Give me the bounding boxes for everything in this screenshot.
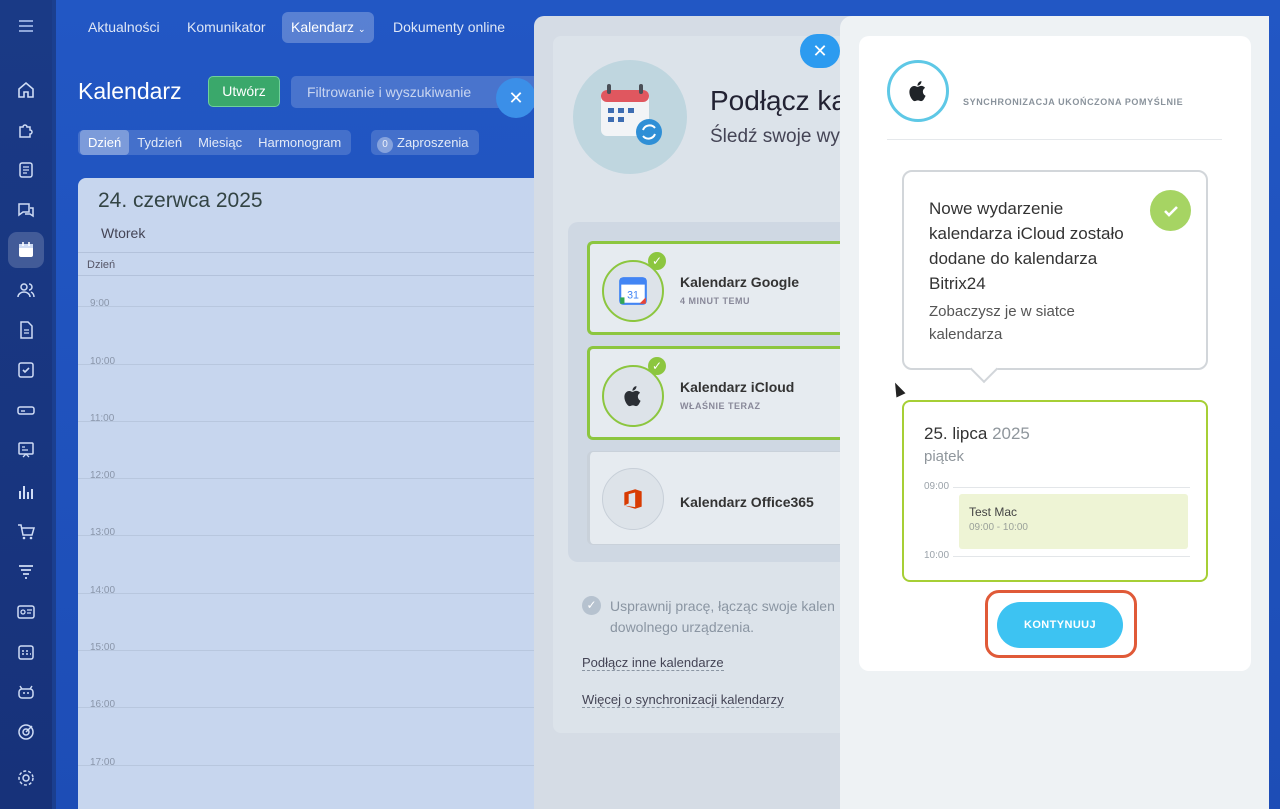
success-check-icon xyxy=(1150,190,1191,231)
robot-icon[interactable] xyxy=(8,674,44,710)
view-switcher: Dzień Tydzień Miesiąc Harmonogram xyxy=(78,130,352,155)
funnel-icon[interactable] xyxy=(8,554,44,590)
tab-schedule[interactable]: Harmonogram xyxy=(250,130,349,155)
schedule-icon[interactable] xyxy=(8,634,44,670)
chevron-down-icon: ⌄ xyxy=(357,24,366,34)
contact-card-icon[interactable] xyxy=(8,594,44,630)
document-icon[interactable] xyxy=(8,312,44,348)
nav-news[interactable]: Aktualności xyxy=(79,12,169,43)
divider xyxy=(887,139,1222,140)
invitations-count: 0 xyxy=(377,137,393,153)
svg-text:31: 31 xyxy=(627,289,639,301)
time-line: 10:00 xyxy=(924,550,1190,561)
chat-icon[interactable] xyxy=(8,192,44,228)
hour-label: 13:00 xyxy=(90,527,116,538)
provider-icloud[interactable]: ✓ Kalendarz iCloud WŁAŚNIE TERAZ xyxy=(587,346,840,440)
sync-status-label: SYNCHRONIZACJA UKOŃCZONA POMYŚLNIE xyxy=(963,97,1184,107)
current-date: 24. czerwca 2025 xyxy=(98,189,263,212)
event-date: 25. lipca 2025 xyxy=(924,424,1030,444)
hour-label: 17:00 xyxy=(90,757,116,768)
nav-calendar-label: Kalendarz xyxy=(291,19,355,35)
invitations-button[interactable]: 0 Zaproszenia xyxy=(371,130,479,155)
connect-note: Usprawnij pracę, łącząc swoje kalen dowo… xyxy=(610,598,835,635)
page-title: Kalendarz xyxy=(78,78,182,104)
sync-message-bubble: Nowe wydarzenie kalendarza iCloud został… xyxy=(902,170,1208,384)
sync-info-link[interactable]: Więcej o synchronizacji kalendarzy xyxy=(582,692,784,708)
event-day: 25. lipca xyxy=(924,424,988,443)
puzzle-icon[interactable] xyxy=(8,112,44,148)
event-time: 09:00 - 10:00 xyxy=(969,522,1028,533)
provider-name: Kalendarz Office365 xyxy=(680,494,814,510)
hour-label: 12:00 xyxy=(90,470,116,481)
sync-message-title: Nowe wydarzenie kalendarza iCloud został… xyxy=(929,199,1124,293)
time-line: 09:00 xyxy=(924,481,1190,492)
connect-subtitle: Śledź swoje wy xyxy=(710,126,840,147)
hour-label: 11:00 xyxy=(90,413,115,424)
provider-office365[interactable]: Kalendarz Office365 xyxy=(587,451,840,545)
home-icon[interactable] xyxy=(8,72,44,108)
provider-name: Kalendarz Google xyxy=(680,274,800,290)
connect-title: Podłącz ka xyxy=(710,85,847,116)
provider-name: Kalendarz iCloud xyxy=(680,379,795,395)
create-button[interactable]: Utwórz xyxy=(208,76,280,107)
provider-sync-time: 4 MINUT TEMU xyxy=(680,296,750,306)
time-label: 10:00 xyxy=(924,550,954,561)
clear-filter-icon[interactable]: ✕ xyxy=(496,78,536,118)
analytics-icon[interactable] xyxy=(8,474,44,510)
tasks-icon[interactable] xyxy=(8,352,44,388)
current-weekday: Wtorek xyxy=(101,225,146,241)
hour-label: 16:00 xyxy=(90,699,116,710)
shop-icon[interactable] xyxy=(8,514,44,550)
drive-icon[interactable] xyxy=(8,392,44,428)
event-year: 2025 xyxy=(992,424,1030,443)
tab-day[interactable]: Dzień xyxy=(80,130,130,155)
tab-month[interactable]: Miesiąc xyxy=(190,130,250,155)
calendar-icon[interactable] xyxy=(8,232,44,268)
hour-label: 14:00 xyxy=(90,585,116,596)
hour-label: 15:00 xyxy=(90,642,116,653)
check-circle-icon: ✓ xyxy=(582,596,601,615)
nav-messenger[interactable]: Komunikator xyxy=(178,12,275,43)
connect-other-link[interactable]: Podłącz inne kalendarze xyxy=(582,655,724,671)
apple-icon xyxy=(887,60,949,122)
provider-sync-time: WŁAŚNIE TERAZ xyxy=(680,401,761,411)
menu-icon[interactable] xyxy=(8,8,44,44)
connected-check-icon: ✓ xyxy=(648,357,666,375)
target-icon[interactable] xyxy=(8,714,44,750)
close-icon[interactable]: ✕ xyxy=(800,34,840,68)
connected-check-icon: ✓ xyxy=(648,252,666,270)
presentation-icon[interactable] xyxy=(8,432,44,468)
hour-label: 10:00 xyxy=(90,356,116,367)
sync-message-subtitle: Zobaczysz je w siatce kalendarza xyxy=(929,303,1075,343)
feed-icon[interactable] xyxy=(8,152,44,188)
event-preview-card: 25. lipca 2025 piątek 09:00 10:00 Test M… xyxy=(902,400,1208,582)
left-nav-rail xyxy=(0,0,52,809)
invitations-label: Zaproszenia xyxy=(397,135,469,150)
provider-google[interactable]: 31 ✓ Kalendarz Google 4 MINUT TEMU xyxy=(587,241,840,335)
day-column-label: Dzień xyxy=(87,259,116,271)
calendar-sync-illustration xyxy=(573,60,687,174)
tab-week[interactable]: Tydzień xyxy=(129,130,190,155)
nav-calendar[interactable]: Kalendarz ⌄ xyxy=(282,12,375,43)
event-weekday: piątek xyxy=(924,448,965,465)
event-name: Test Mac xyxy=(969,505,1018,519)
people-icon[interactable] xyxy=(8,272,44,308)
continue-button[interactable]: KONTYNUUJ xyxy=(997,602,1123,648)
settings-icon[interactable] xyxy=(8,760,44,796)
time-label: 09:00 xyxy=(924,481,954,492)
event-block: Test Mac 09:00 - 10:00 xyxy=(959,494,1188,549)
hour-label: 9:00 xyxy=(90,298,110,309)
office365-icon xyxy=(602,468,664,530)
nav-online-documents[interactable]: Dokumenty online xyxy=(384,12,514,43)
